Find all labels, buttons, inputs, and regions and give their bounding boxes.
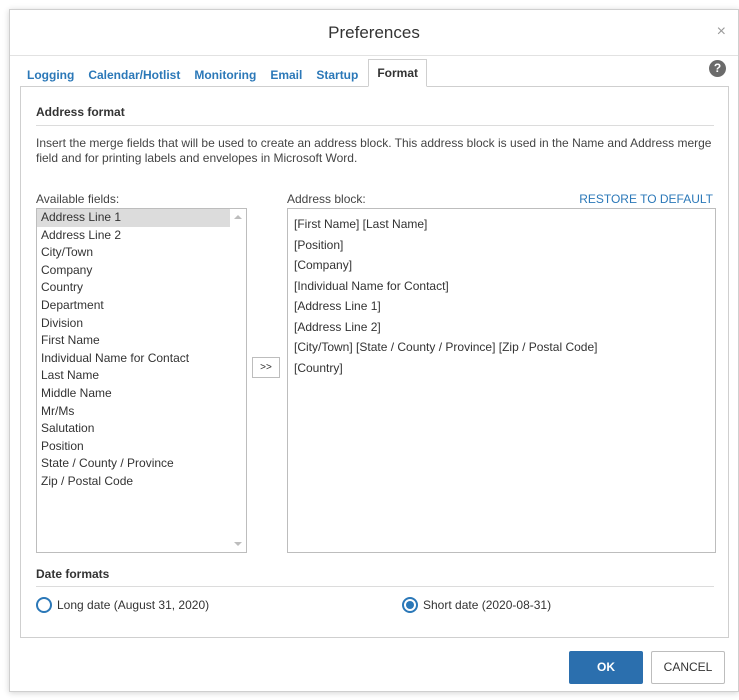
list-item[interactable]: Last Name xyxy=(37,367,246,385)
list-item[interactable]: Company xyxy=(37,262,246,280)
tab-monitoring[interactable]: Monitoring xyxy=(187,63,263,87)
long-date-label: Long date (August 31, 2020) xyxy=(57,598,210,612)
address-line: [First Name] [Last Name] xyxy=(294,217,428,231)
list-item[interactable]: Position xyxy=(37,438,246,456)
list-item[interactable]: Zip / Postal Code xyxy=(37,473,246,491)
ok-button[interactable]: OK xyxy=(569,651,643,684)
tab-bar: Logging Calendar/Hotlist Monitoring Emai… xyxy=(21,59,428,87)
list-item[interactable]: Address Line 1 xyxy=(37,209,246,227)
dialog-title: Preferences xyxy=(328,23,420,42)
tab-logging[interactable]: Logging xyxy=(21,63,81,87)
date-formats-divider xyxy=(36,586,714,587)
preferences-dialog: Preferences × Logging Calendar/Hotlist M… xyxy=(9,9,739,692)
address-line: [Position] xyxy=(294,237,344,252)
help-icon[interactable]: ? xyxy=(709,60,726,77)
address-line: [Country] xyxy=(294,360,343,375)
list-item[interactable]: First Name xyxy=(37,332,246,350)
address-line: [Address Line 1] xyxy=(294,299,381,313)
list-item[interactable]: Salutation xyxy=(37,420,246,438)
close-icon[interactable]: × xyxy=(717,24,726,40)
cancel-button[interactable]: CANCEL xyxy=(651,651,725,684)
tab-email[interactable]: Email xyxy=(263,63,309,87)
address-line: [Company] xyxy=(294,258,353,272)
scroll-down-icon[interactable] xyxy=(234,542,242,546)
long-date-option[interactable]: Long date (August 31, 2020) xyxy=(36,597,209,613)
address-block-label: Address block: xyxy=(287,192,366,206)
tab-calendar-hotlist[interactable]: Calendar/Hotlist xyxy=(81,63,187,87)
tab-format[interactable]: Format xyxy=(368,59,428,87)
address-format-heading: Address format xyxy=(36,105,125,119)
add-field-button[interactable]: >> xyxy=(252,357,280,378)
list-item[interactable]: Mr/Ms xyxy=(37,403,246,421)
short-date-label: Short date (2020-08-31) xyxy=(423,598,552,612)
dialog-titlebar: Preferences × xyxy=(10,10,738,56)
list-item[interactable]: Address Line 2 xyxy=(37,227,246,245)
address-format-description: Insert the merge fields that will be use… xyxy=(36,136,712,165)
address-line: [City/Town] [State / County / Province] … xyxy=(294,340,598,354)
address-block-editor[interactable]: [First Name] [Last Name] [Position] [Compa… xyxy=(287,208,716,553)
list-item[interactable]: Division xyxy=(37,315,246,333)
address-line: [Individual Name for Contact] xyxy=(294,278,449,293)
short-date-option[interactable]: Short date (2020-08-31) xyxy=(402,597,551,613)
tab-startup[interactable]: Startup xyxy=(309,63,365,87)
list-item[interactable]: Department xyxy=(37,297,246,315)
short-date-radio[interactable] xyxy=(402,597,418,613)
list-item[interactable]: Middle Name xyxy=(37,385,246,403)
list-item[interactable]: State / County / Province xyxy=(37,455,246,473)
address-format-divider xyxy=(36,125,714,126)
long-date-radio[interactable] xyxy=(36,597,52,613)
available-fields-label: Available fields: xyxy=(36,192,120,206)
format-panel: Address format Insert the merge fields t… xyxy=(20,86,729,638)
list-item[interactable]: Individual Name for Contact xyxy=(37,350,246,368)
list-item[interactable]: City/Town xyxy=(37,244,246,262)
fields-scrollbar[interactable] xyxy=(230,209,246,552)
restore-to-default-link[interactable]: RESTORE TO DEFAULT xyxy=(579,192,713,206)
available-fields-list[interactable]: Address Line 1 Address Line 2 City/Town Com… xyxy=(36,208,247,553)
scroll-up-icon[interactable] xyxy=(234,215,242,219)
date-formats-heading: Date formats xyxy=(36,567,110,581)
list-item[interactable]: Country xyxy=(37,279,246,297)
address-line: [Address Line 2] xyxy=(294,319,381,334)
